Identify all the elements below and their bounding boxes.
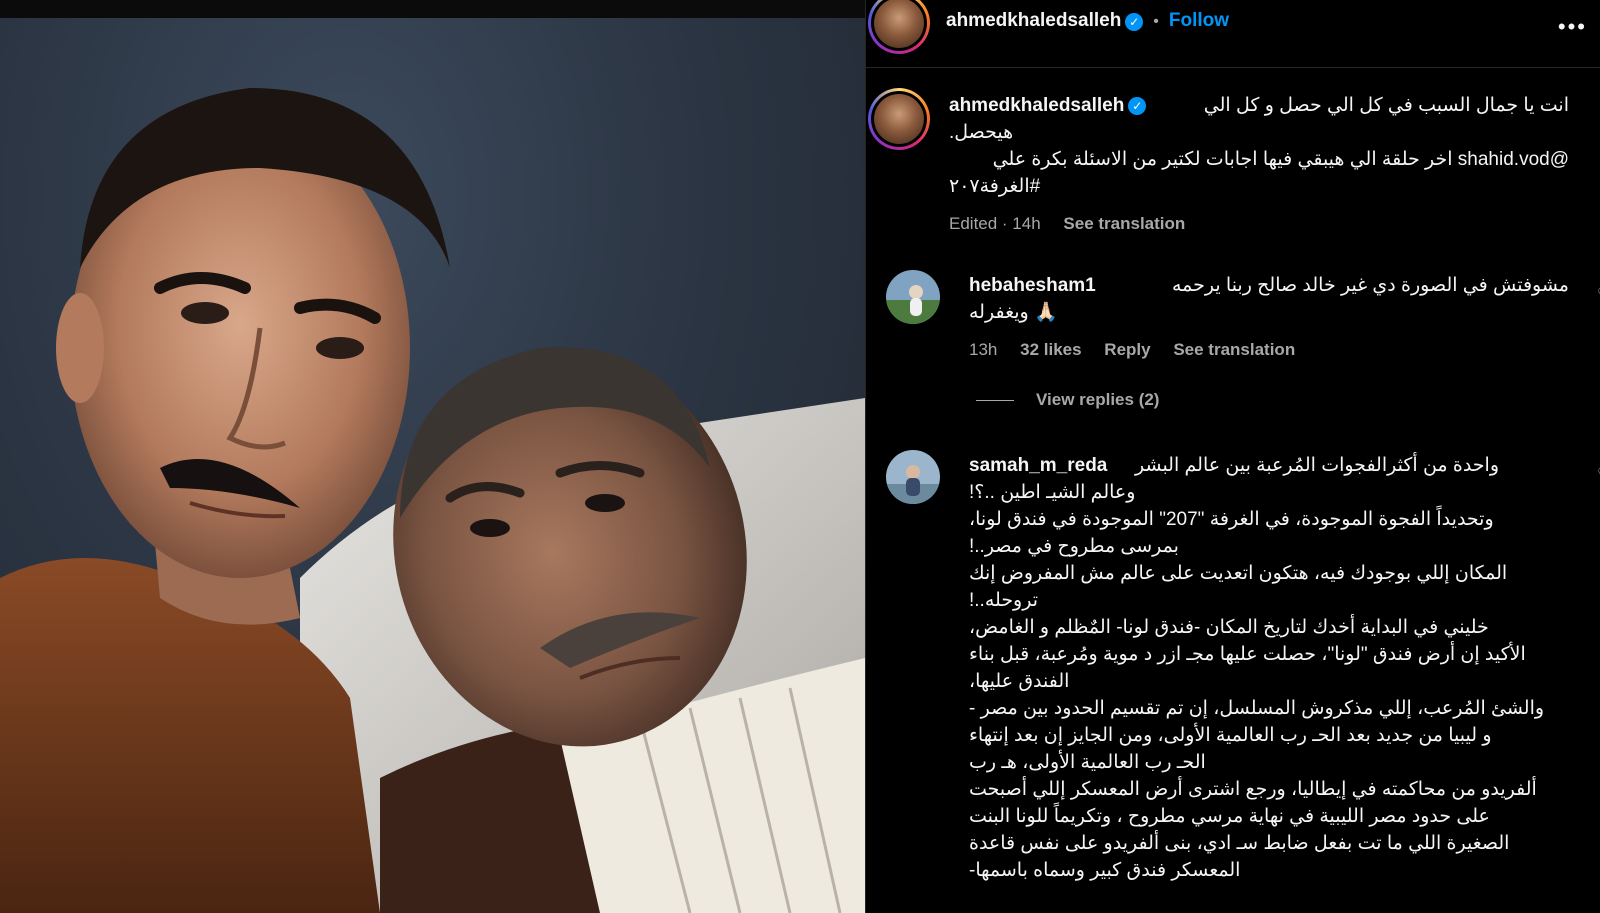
comment-text-line-1: مشوفتش في الصورة دي غير خالد صالح ربنا ي… [1171, 275, 1569, 296]
comment-text-line: الحـ رب العالمية الأولى، هـ رب [969, 752, 1206, 773]
comment-likes[interactable]: 32 likes [1020, 340, 1081, 359]
caption-hashtag[interactable]: #الغرفة٢٠٧ [949, 173, 1569, 200]
caption-line-3: @shahid.vod اخر حلقة الي هيبقي فيها اجاب… [992, 149, 1569, 170]
comment-body: samah_m_reda واحدة من أكثرالفجوات المُرع… [969, 452, 1569, 884]
comment-meta: 13h 32 likes Reply See translation [969, 336, 1569, 363]
comment-text-line: واحدة من أكثرالفجوات المُرعبة بين عالم ا… [1135, 455, 1499, 476]
author-username[interactable]: ahmedkhaledsalleh [946, 10, 1121, 31]
caption-edited-time: Edited · 14h [949, 214, 1041, 233]
replies-divider-line [976, 400, 1014, 402]
comment-text-line: وتحديداً الفجوة الموجودة، في الغرفة "207… [969, 509, 1494, 530]
comment-text-line: الصغيرة اللي ما تت بفعل ضابط سـ ادي، بنى… [969, 833, 1510, 854]
selfie-illustration [0, 88, 865, 913]
comment-text-line: على حدود مصر الليبية في نهاية مرسي مطروح… [969, 806, 1490, 827]
commenter-avatar[interactable] [886, 270, 940, 324]
comment-time: 13h [969, 340, 998, 359]
caption-author-avatar[interactable] [868, 88, 930, 150]
media-top-bar [0, 0, 865, 18]
comment-text-line-2: 🙏🏻 ويغفرله [969, 302, 1058, 323]
comment-text-line: الفندق عليها، [969, 671, 1070, 692]
comment-text-line: وعالم الشيـ اطين ..؟! [969, 482, 1136, 503]
caption-meta: Edited · 14h See translation [949, 210, 1569, 237]
separator-dot: • [1153, 13, 1159, 30]
view-replies-label: View replies (2) [1036, 390, 1160, 409]
commenter-avatar[interactable] [886, 450, 940, 504]
comment-text-line: تروحله..! [969, 590, 1039, 611]
commenter-username[interactable]: samah_m_reda [969, 455, 1107, 476]
more-options-icon[interactable]: ••• [1558, 14, 1587, 40]
comment-text-line: المعسكر فندق كبير وسماه باسمها- [969, 860, 1241, 881]
comment-text-line: المكان إللي بوجودك فيه، هتكون اتعديت على… [969, 563, 1508, 584]
verified-badge-icon: ✓ [1125, 12, 1144, 31]
comment-body: hebahesham1 مشوفتش في الصورة دي غير خالد… [969, 272, 1569, 363]
reply-button[interactable]: Reply [1104, 340, 1150, 359]
caption-line-1: انت يا جمال السبب في كل الي حصل و كل الي [1203, 95, 1569, 116]
comment-text-line: خليني في البداية أخدك لتاريخ المكان -فند… [969, 617, 1489, 638]
post-side-panel: ahmedkhaledsalleh ✓ • Follow ••• ahmedkhale… [865, 0, 1600, 913]
view-replies-button[interactable]: View replies (2) [976, 390, 1159, 410]
caption-see-translation[interactable]: See translation [1063, 214, 1185, 233]
post-photo [0, 18, 865, 913]
caption-line-2: هيحصل. [949, 122, 1014, 143]
author-avatar[interactable] [868, 0, 930, 54]
verified-badge-icon: ✓ [1128, 96, 1147, 115]
caption-username[interactable]: ahmedkhaledsalleh [949, 95, 1124, 116]
comment-text-line: بمرسى مطروح في مصر..! [969, 536, 1179, 557]
post-header: ahmedkhaledsalleh ✓ • Follow ••• [866, 0, 1600, 68]
comment-text-line: الأكيد إن أرض فندق "لونا"، حصلت عليها مج… [969, 644, 1526, 665]
commenter-username[interactable]: hebahesham1 [969, 275, 1096, 296]
comment-see-translation[interactable]: See translation [1173, 340, 1295, 359]
comment-text-line: و ليبيا من جديد بعد الحـ رب العالمية الأ… [969, 725, 1492, 746]
header-info: ahmedkhaledsalleh ✓ • Follow [946, 8, 1229, 34]
comment-text-line: ألفريدو من محاكمته في إيطاليا، ورجع اشتر… [969, 779, 1537, 800]
follow-button[interactable]: Follow [1169, 10, 1229, 31]
caption-body: ahmedkhaledsalleh ✓ انت يا جمال السبب في … [949, 92, 1569, 237]
post-media[interactable] [0, 0, 865, 913]
comment-text-line: والشئ المُرعب، إللي مذكروش المسلسل، إن ت… [969, 698, 1545, 719]
